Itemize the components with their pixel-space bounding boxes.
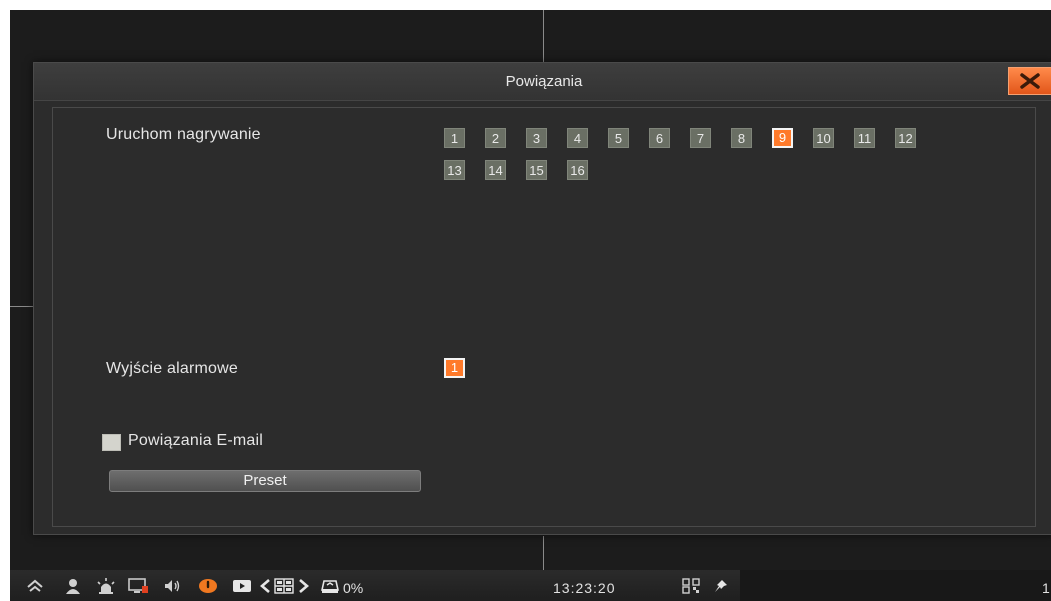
record-channel-9[interactable]: 9 [772,128,793,148]
grid-layout-icon[interactable] [274,578,294,598]
record-trigger-label: Uruchom nagrywanie [106,126,261,143]
record-channel-2[interactable]: 2 [485,128,506,148]
record-channel-1[interactable]: 1 [444,128,465,148]
user-icon[interactable] [64,578,82,599]
clock-text: 13:23:20 [553,580,616,596]
dialog-title: Powiązania [505,73,583,90]
linkage-dialog: Powiązania Uruchom nagrywanie 1234567891… [33,62,1051,535]
record-channel-16[interactable]: 16 [567,160,588,180]
email-linkage-label: Powiązania E-mail [128,432,264,449]
alarm-output-label: Wyjście alarmowe [106,360,238,377]
qr-code-icon[interactable] [682,578,700,598]
playback-icon[interactable] [232,578,252,598]
record-channel-8[interactable]: 8 [731,128,752,148]
alarm-output-1[interactable]: 1 [444,358,465,378]
record-channel-4[interactable]: 4 [567,128,588,148]
pin-icon[interactable] [713,578,729,598]
record-channel-11[interactable]: 11 [854,128,875,148]
dialog-content: Uruchom nagrywanie 1 2 3 4 5 6 7 8 9 10 11 12 13 14 15… [52,107,1036,527]
monitor-icon[interactable] [128,578,150,599]
close-icon [1020,73,1040,89]
alarm-light-icon[interactable] [96,578,116,599]
next-page-icon[interactable] [298,578,310,598]
record-channel-13[interactable]: 13 [444,160,465,180]
hdd-icon[interactable] [320,578,340,598]
taskbar: 0% 13:23:20 1 [10,570,1051,601]
record-channel-3[interactable]: 3 [526,128,547,148]
record-channel-15[interactable]: 15 [526,160,547,180]
email-linkage-checkbox[interactable] [102,434,121,451]
channel-edge-label-bottom: 1 [1042,580,1050,596]
close-button[interactable] [1008,67,1051,95]
dialog-titlebar: Powiązania [34,63,1051,101]
record-channel-14[interactable]: 14 [485,160,506,180]
record-channel-7[interactable]: 7 [690,128,711,148]
speaker-icon[interactable] [164,578,182,598]
record-channel-6[interactable]: 6 [649,128,670,148]
prev-page-icon[interactable] [259,578,271,598]
record-channel-12[interactable]: 12 [895,128,916,148]
taskbar-panel: 0% 13:23:20 [10,570,740,601]
record-channel-5[interactable]: 5 [608,128,629,148]
record-channel-10[interactable]: 10 [813,128,834,148]
record-icon[interactable] [198,578,218,598]
record-channel-grid: 1 2 3 4 5 6 7 8 9 10 11 12 13 14 15 16 [444,128,954,192]
home-icon[interactable] [26,578,44,598]
preset-button[interactable]: Preset [109,470,421,492]
hdd-usage-text: 0% [343,580,364,596]
